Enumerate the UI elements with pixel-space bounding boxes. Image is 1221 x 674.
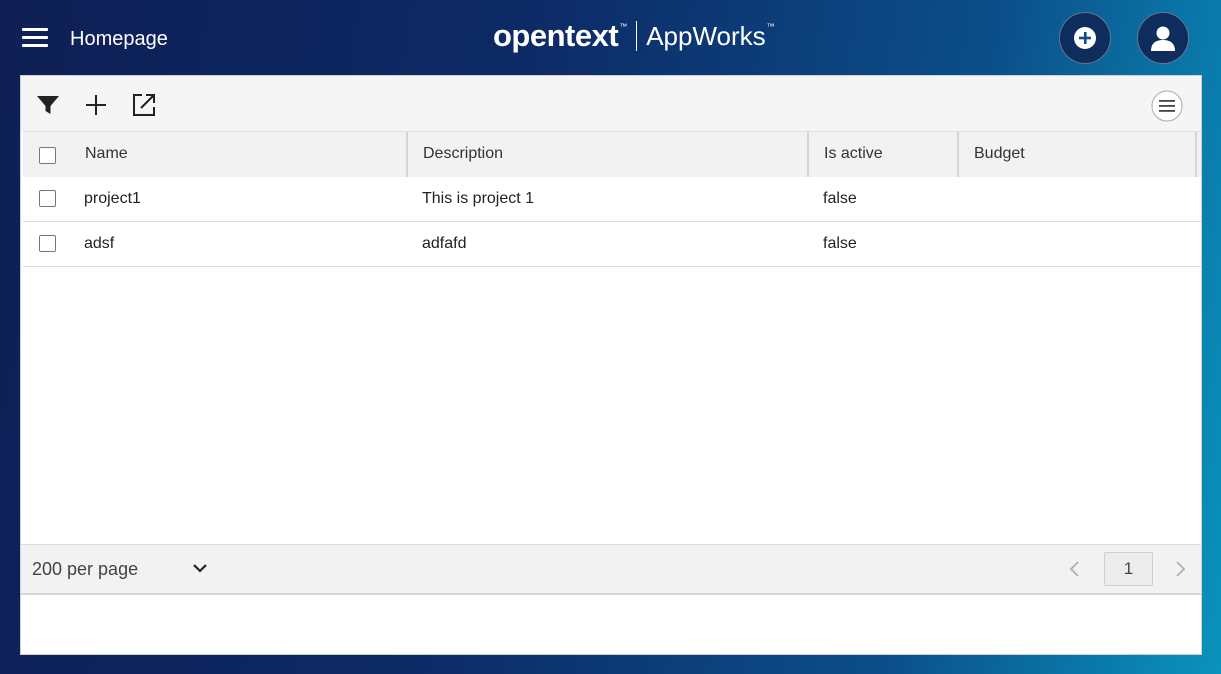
column-divider[interactable]	[1195, 132, 1197, 178]
data-grid: Name Description Is active Budget projec…	[23, 131, 1201, 545]
product-trademark: ™	[766, 21, 775, 31]
column-header-description[interactable]: Description	[408, 132, 503, 178]
column-header-is-active[interactable]: Is active	[809, 132, 883, 178]
previous-page-icon[interactable]	[1066, 559, 1084, 579]
brand-name: opentext	[493, 18, 619, 53]
add-icon[interactable]	[83, 92, 109, 118]
list-toolbar	[21, 76, 1201, 131]
row-checkbox[interactable]	[39, 235, 56, 252]
grid-header-row: Name Description Is active Budget	[23, 131, 1201, 178]
list-panel: Name Description Is active Budget projec…	[20, 75, 1202, 655]
column-header-budget[interactable]: Budget	[959, 132, 1025, 178]
table-row[interactable]: adsf adfafd false	[23, 222, 1201, 267]
page-number-input[interactable]: 1	[1104, 552, 1153, 586]
cell-name: project1	[84, 190, 141, 207]
cell-description: This is project 1	[422, 190, 535, 207]
filter-icon[interactable]	[35, 92, 61, 118]
user-icon	[1151, 26, 1175, 51]
pagination-bar: 200 per page 1	[21, 544, 1201, 595]
create-button[interactable]	[1059, 12, 1111, 64]
product-name: AppWorks	[646, 20, 766, 51]
cell-is-active: false	[823, 190, 857, 207]
add-circle-icon	[1074, 27, 1096, 49]
brand-divider	[636, 21, 638, 51]
user-profile-button[interactable]	[1137, 12, 1189, 64]
column-header-name[interactable]: Name	[70, 132, 128, 178]
chevron-down-icon[interactable]	[191, 559, 209, 577]
brand-logo: opentext ™ AppWorks ™	[493, 16, 775, 56]
hamburger-menu-icon[interactable]	[22, 26, 48, 48]
brand-trademark: ™	[619, 21, 628, 31]
open-external-icon[interactable]	[131, 92, 157, 118]
cell-is-active: false	[823, 235, 857, 252]
page-title: Homepage	[70, 28, 168, 50]
app-header: Homepage opentext ™ AppWorks ™	[0, 0, 1221, 76]
next-page-icon[interactable]	[1171, 559, 1189, 579]
cell-description: adfafd	[422, 235, 467, 252]
per-page-select-label[interactable]: 200 per page	[32, 559, 138, 580]
select-all-checkbox[interactable]	[39, 147, 56, 164]
column-menu-icon[interactable]	[1151, 90, 1183, 122]
table-row[interactable]: project1 This is project 1 false	[23, 177, 1201, 222]
row-checkbox[interactable]	[39, 190, 56, 207]
cell-name: adsf	[84, 235, 115, 252]
